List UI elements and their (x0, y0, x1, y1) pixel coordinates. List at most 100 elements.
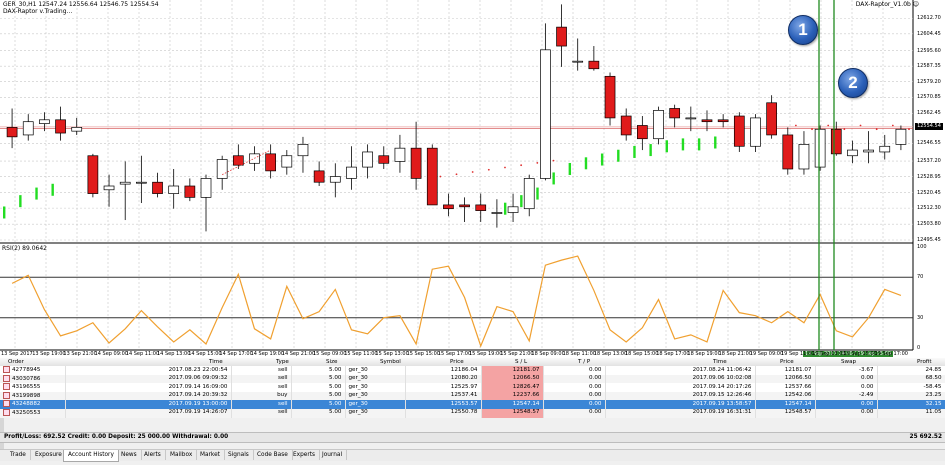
cell-take-profit: 0.00 (543, 400, 606, 409)
expert-advisor-label[interactable]: DAX-Raptor_V1.0b ☺ (856, 1, 919, 8)
signal-dot (891, 124, 894, 127)
col-header-open-price[interactable]: Price (450, 358, 464, 366)
trade-row[interactable]: 43248882 2017.09.19 13:00:00 sell 5.00 ger_3… (0, 400, 945, 409)
cell-take-profit: 0.00 (543, 374, 606, 384)
bullish-candle (71, 127, 83, 132)
cell-order: 43248882 (0, 400, 66, 409)
trade-row[interactable]: 42778945 2017.08.23 22:00:54 sell 5.00 ger_3… (0, 366, 945, 375)
tab-trade[interactable]: Trade (6, 450, 31, 460)
bearish-candle (55, 119, 66, 134)
bullish-candle (685, 117, 697, 120)
col-header-profit[interactable]: Profit (917, 358, 932, 366)
bearish-candle (782, 134, 794, 170)
tab-account-history[interactable]: Account History (63, 450, 119, 462)
chart-canvas[interactable] (0, 0, 945, 358)
bearish-candle (701, 119, 713, 123)
annotation-badge-2: 2 (838, 68, 868, 98)
tab-code-base[interactable]: Code Base (253, 450, 293, 460)
cell-symbol: ger_30 (345, 383, 406, 392)
time-axis-tick: 15 Sep 21:00 (500, 351, 534, 357)
col-header-take-profit[interactable]: T / P (578, 358, 590, 366)
order-number: 43248882 (12, 401, 41, 408)
cell-open-time: 2017.09.14 20:39:32 (65, 391, 232, 401)
bearish-candle (620, 115, 632, 136)
cell-type: sell (231, 383, 292, 392)
tab-exposure[interactable]: Exposure (31, 450, 67, 460)
bearish-candle (6, 127, 18, 138)
tab-mailbox[interactable]: Mailbox (166, 450, 198, 460)
cell-open-time: 2017.09.19 13:00:00 (65, 400, 232, 409)
signal-dot (520, 164, 523, 167)
cell-order: 43196555 (0, 383, 66, 392)
price-axis-tick: 12562.45 (917, 110, 941, 117)
trade-row[interactable]: 43250553 2017.09.19 14:26:07 sell 5.00 ger_3… (0, 408, 945, 418)
bearish-candle (588, 60, 600, 70)
tab-journal[interactable]: Journal (318, 450, 348, 460)
col-header-size[interactable]: Size (326, 358, 337, 366)
trade-row[interactable]: 43199898 2017.09.14 20:39:32 buy 5.00 ger_30… (0, 391, 945, 401)
tab-alerts[interactable]: Alerts (140, 450, 166, 460)
time-axis-tick: 18 Sep 13:00 (593, 351, 628, 357)
signal-dot (811, 128, 813, 131)
cell-profit: -58.45 (877, 383, 945, 392)
account-total-profit: 25 692.52 (909, 434, 942, 440)
time-axis-tick: 14 Sep 19:00 (250, 351, 284, 357)
trade-row[interactable]: 43196555 2017.09.14 16:09:00 sell 5.00 ger_3… (0, 383, 945, 392)
cell-symbol: ger_30 (345, 408, 406, 418)
time-axis-tick: 18 Sep 21:00 (718, 351, 752, 357)
col-header-close-price[interactable]: Price (780, 358, 794, 366)
rsi-axis-tick: 70 (917, 274, 924, 281)
bearish-candle (232, 155, 244, 166)
order-number: 43199898 (12, 392, 41, 399)
tab-signals[interactable]: Signals (224, 450, 254, 460)
bearish-candle (426, 147, 438, 206)
col-header-close-time[interactable]: Time (713, 358, 727, 366)
signal-dot (504, 166, 506, 169)
col-header-type[interactable]: Type (276, 358, 289, 366)
cell-close-price: 12181.07 (755, 366, 816, 375)
col-header-open-time[interactable]: Time (209, 358, 223, 366)
col-header-swap[interactable]: Swap (841, 358, 856, 366)
col-header-order[interactable]: Order (8, 358, 24, 366)
time-axis-tick: 19 Sep 15:00 (843, 351, 877, 357)
signal-bar (520, 195, 523, 208)
time-axis-tick: 18 Sep 19:00 (687, 351, 721, 357)
col-header-symbol[interactable]: Symbol (380, 358, 401, 366)
order-number: 43030786 (12, 375, 41, 382)
bearish-candle (766, 102, 777, 136)
bullish-candle (329, 176, 341, 183)
bullish-candle (119, 181, 131, 185)
cell-open-time: 2017.08.23 22:00:54 (65, 366, 232, 375)
price-chart[interactable]: GER_30,H1 12547.24 12556.64 12546.75 125… (0, 0, 945, 358)
signal-bar (617, 149, 620, 162)
trade-row[interactable]: 43030786 2017.09.06 09:09:32 sell 5.00 ger_3… (0, 374, 945, 384)
signal-dot (471, 171, 474, 173)
tab-experts[interactable]: Experts (289, 450, 321, 460)
price-axis-tick: 12495.45 (917, 237, 941, 243)
price-axis-tick: 12503.80 (917, 221, 941, 228)
tab-market[interactable]: Market (196, 450, 225, 460)
bullish-candle (136, 181, 147, 184)
cell-swap: -2.49 (815, 391, 878, 401)
bearish-candle (443, 204, 454, 210)
time-axis-tick: 14 Sep 21:00 (281, 351, 316, 357)
signal-bar (536, 187, 539, 200)
cell-symbol: ger_30 (345, 391, 406, 401)
signal-dot (794, 124, 797, 127)
cell-take-profit: 0.00 (543, 391, 606, 401)
cell-type: sell (231, 400, 292, 409)
time-axis-tick: 14 Sep 15:00 (188, 351, 222, 357)
col-header-stop-loss[interactable]: S / L (515, 358, 527, 366)
signal-dot (455, 173, 458, 176)
price-axis-tick: 12520.45 (917, 189, 941, 196)
tab-news[interactable]: News (117, 450, 142, 460)
time-axis-tick: 13 Sep 2017 (1, 351, 33, 357)
time-axis-tick: 19 Sep 13:00 (812, 351, 846, 357)
signal-bar (665, 140, 668, 153)
signal-bar (714, 136, 717, 149)
time-axis-tick: 15 Sep 09:00 (313, 351, 347, 357)
account-summary-bar: Profit/Loss: 692.52 Credit: 0.00 Deposit… (0, 432, 945, 443)
account-summary-text: Profit/Loss: 692.52 Credit: 0.00 Deposit… (4, 434, 229, 440)
bullish-candle (39, 119, 50, 124)
cell-type: buy (231, 391, 292, 401)
